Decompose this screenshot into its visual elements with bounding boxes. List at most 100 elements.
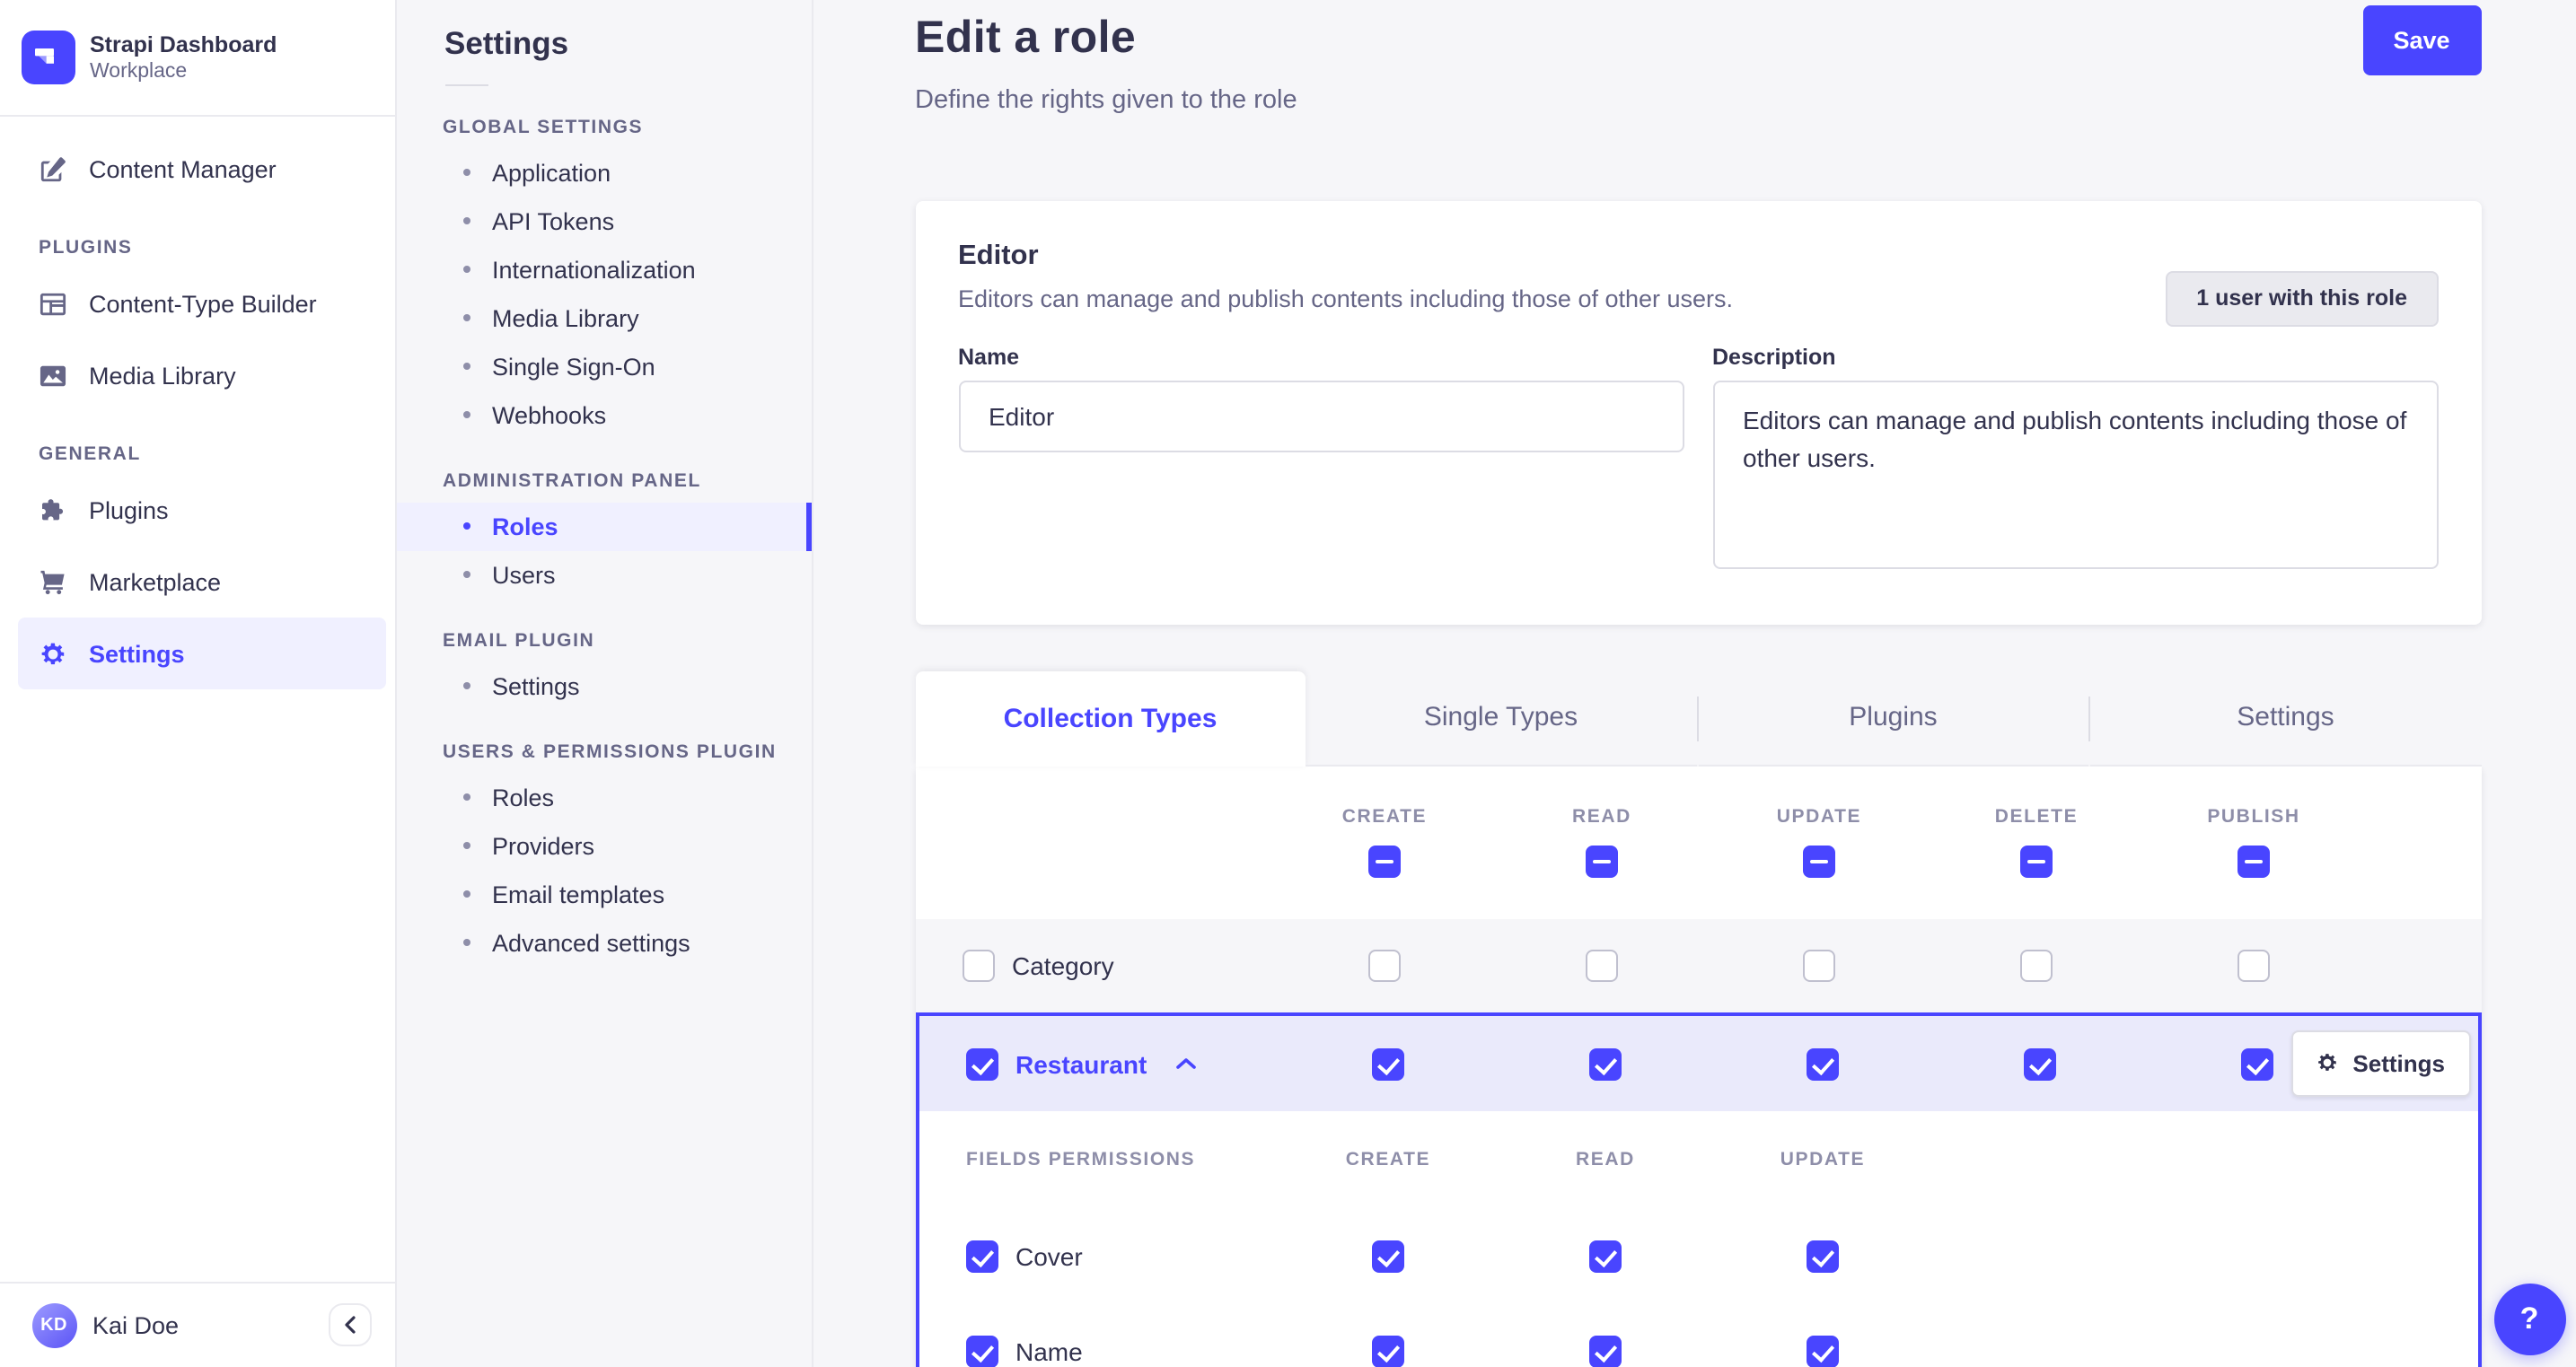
save-button[interactable]: Save [2362, 4, 2481, 75]
subnav-title: Settings [444, 24, 569, 60]
column-header-delete: DELETE [1994, 806, 2079, 828]
permissions-tabs: Collection Types Single Types Plugins Se… [915, 670, 2481, 766]
subnav-item-up-roles[interactable]: Roles [397, 773, 812, 821]
cover-row-checkbox[interactable] [966, 1240, 998, 1273]
plugins-icon [41, 498, 63, 520]
media-library-icon [39, 364, 66, 386]
subnav-item-media-library[interactable]: Media Library [397, 294, 812, 342]
chevron-left-icon [345, 1316, 356, 1334]
fields-column-update: UPDATE [1780, 1149, 1866, 1171]
subnav-item-roles[interactable]: Roles [397, 502, 812, 550]
cover-create-checkbox[interactable] [1372, 1240, 1404, 1273]
table-row-restaurant: Restaurant Settings [919, 1016, 2477, 1111]
category-publish-checkbox[interactable] [2238, 949, 2270, 982]
category-create-checkbox[interactable] [1368, 949, 1401, 982]
bullet-icon [463, 890, 470, 898]
read-master-checkbox[interactable] [1586, 846, 1618, 878]
sidebar-item-label: Settings [89, 640, 185, 667]
subnav-item-email-settings[interactable]: Settings [397, 662, 812, 710]
sidebar-item-content-manager[interactable]: Content Manager [18, 133, 386, 205]
category-update-checkbox[interactable] [1803, 949, 1835, 982]
sidebar-item-media-library[interactable]: Media Library [18, 339, 386, 411]
fields-column-create: CREATE [1345, 1149, 1431, 1171]
restaurant-row-checkbox[interactable] [966, 1047, 998, 1080]
restaurant-read-checkbox[interactable] [1589, 1047, 1622, 1080]
bullet-icon [463, 939, 470, 946]
permissions-section: Collection Types Single Types Plugins Se… [915, 670, 2481, 1367]
subnav-item-users[interactable]: Users [397, 550, 812, 599]
sidebar-item-label: Plugins [89, 496, 169, 523]
subnav-item-advanced-settings[interactable]: Advanced settings [397, 918, 812, 967]
content-type-builder-icon [39, 292, 66, 315]
settings-gear-icon [40, 642, 64, 664]
users-with-role-button[interactable]: 1 user with this role [2166, 271, 2438, 326]
column-header-update: UPDATE [1776, 806, 1862, 828]
subnav-item-providers[interactable]: Providers [397, 821, 812, 870]
bullet-icon [463, 266, 470, 273]
strapi-logo-icon [22, 31, 75, 84]
create-master-checkbox[interactable] [1368, 846, 1401, 878]
restaurant-create-checkbox[interactable] [1372, 1047, 1404, 1080]
description-field[interactable]: Editors can manage and publish contents … [1712, 381, 2438, 569]
workspace-brand[interactable]: Strapi Dashboard Workplace [0, 0, 395, 117]
subnav-item-api-tokens[interactable]: API Tokens [397, 197, 812, 245]
sidebar-item-label: Content Manager [89, 155, 277, 182]
category-delete-checkbox[interactable] [2020, 949, 2053, 982]
role-details-card: Editor Editors can manage and publish co… [915, 201, 2481, 624]
subnav-item-application[interactable]: Application [397, 148, 812, 197]
name-update-checkbox[interactable] [1807, 1336, 1839, 1367]
row-label: Name [1015, 1337, 1083, 1366]
subnav-item-email-templates[interactable]: Email templates [397, 870, 812, 918]
cover-read-checkbox[interactable] [1589, 1240, 1622, 1273]
subnav-section-administration-panel: ADMINISTRATION PANEL [443, 469, 701, 491]
name-create-checkbox[interactable] [1372, 1336, 1404, 1367]
restaurant-update-checkbox[interactable] [1807, 1047, 1839, 1080]
bullet-icon [463, 314, 470, 321]
tab-single-types[interactable]: Single Types [1306, 670, 1696, 766]
subnav-section-global-settings: GLOBAL SETTINGS [443, 116, 644, 137]
tab-settings[interactable]: Settings [2090, 670, 2481, 766]
bullet-icon [463, 793, 470, 801]
restaurant-delete-checkbox[interactable] [2024, 1047, 2056, 1080]
restaurant-expanded-panel: Restaurant Settings FIELDS PERMISSIONS C… [915, 1012, 2481, 1367]
bullet-icon [463, 363, 470, 370]
subnav-item-internationalization[interactable]: Internationalization [397, 245, 812, 294]
help-button[interactable]: ? [2493, 1284, 2565, 1355]
collapse-sidebar-button[interactable] [329, 1303, 372, 1346]
name-field[interactable] [958, 381, 1684, 451]
publish-master-checkbox[interactable] [2238, 846, 2270, 878]
restaurant-settings-button[interactable]: Settings [2291, 1030, 2470, 1096]
settings-subnav: Settings GLOBAL SETTINGS Application API… [397, 0, 813, 1367]
category-read-checkbox[interactable] [1586, 949, 1618, 982]
delete-master-checkbox[interactable] [2020, 846, 2053, 878]
sidebar-item-settings[interactable]: Settings [18, 618, 386, 689]
column-header-publish: PUBLISH [2207, 806, 2300, 828]
row-label[interactable]: Restaurant [1015, 1049, 1147, 1078]
tab-plugins[interactable]: Plugins [1698, 670, 2088, 766]
column-header-create: CREATE [1341, 806, 1428, 828]
bullet-icon [463, 217, 470, 224]
restaurant-publish-checkbox[interactable] [2241, 1047, 2273, 1080]
marketplace-icon [40, 569, 64, 594]
category-row-checkbox[interactable] [963, 949, 995, 982]
user-name: Kai Doe [92, 1311, 180, 1338]
bullet-icon [463, 842, 470, 849]
sidebar-item-marketplace[interactable]: Marketplace [18, 546, 386, 618]
subnav-item-webhooks[interactable]: Webhooks [397, 390, 812, 439]
cover-update-checkbox[interactable] [1807, 1240, 1839, 1273]
name-row-checkbox[interactable] [966, 1336, 998, 1367]
gear-icon [2318, 1054, 2337, 1072]
subnav-item-single-sign-on[interactable]: Single Sign-On [397, 342, 812, 390]
sidebar-item-plugins[interactable]: Plugins [18, 474, 386, 546]
chevron-up-icon[interactable] [1176, 1057, 1197, 1070]
update-master-checkbox[interactable] [1803, 846, 1835, 878]
page-subtitle: Define the rights given to the role [915, 86, 1297, 115]
sidebar-item-content-type-builder[interactable]: Content-Type Builder [18, 267, 386, 339]
tab-collection-types[interactable]: Collection Types [915, 670, 1306, 766]
main-content: Edit a role Define the rights given to t… [815, 0, 2576, 1367]
bullet-icon [463, 169, 470, 176]
sidebar-item-label: Marketplace [89, 568, 222, 595]
table-row-category: Category [915, 918, 2481, 1012]
name-read-checkbox[interactable] [1589, 1336, 1622, 1367]
avatar[interactable]: KD [31, 1302, 76, 1347]
